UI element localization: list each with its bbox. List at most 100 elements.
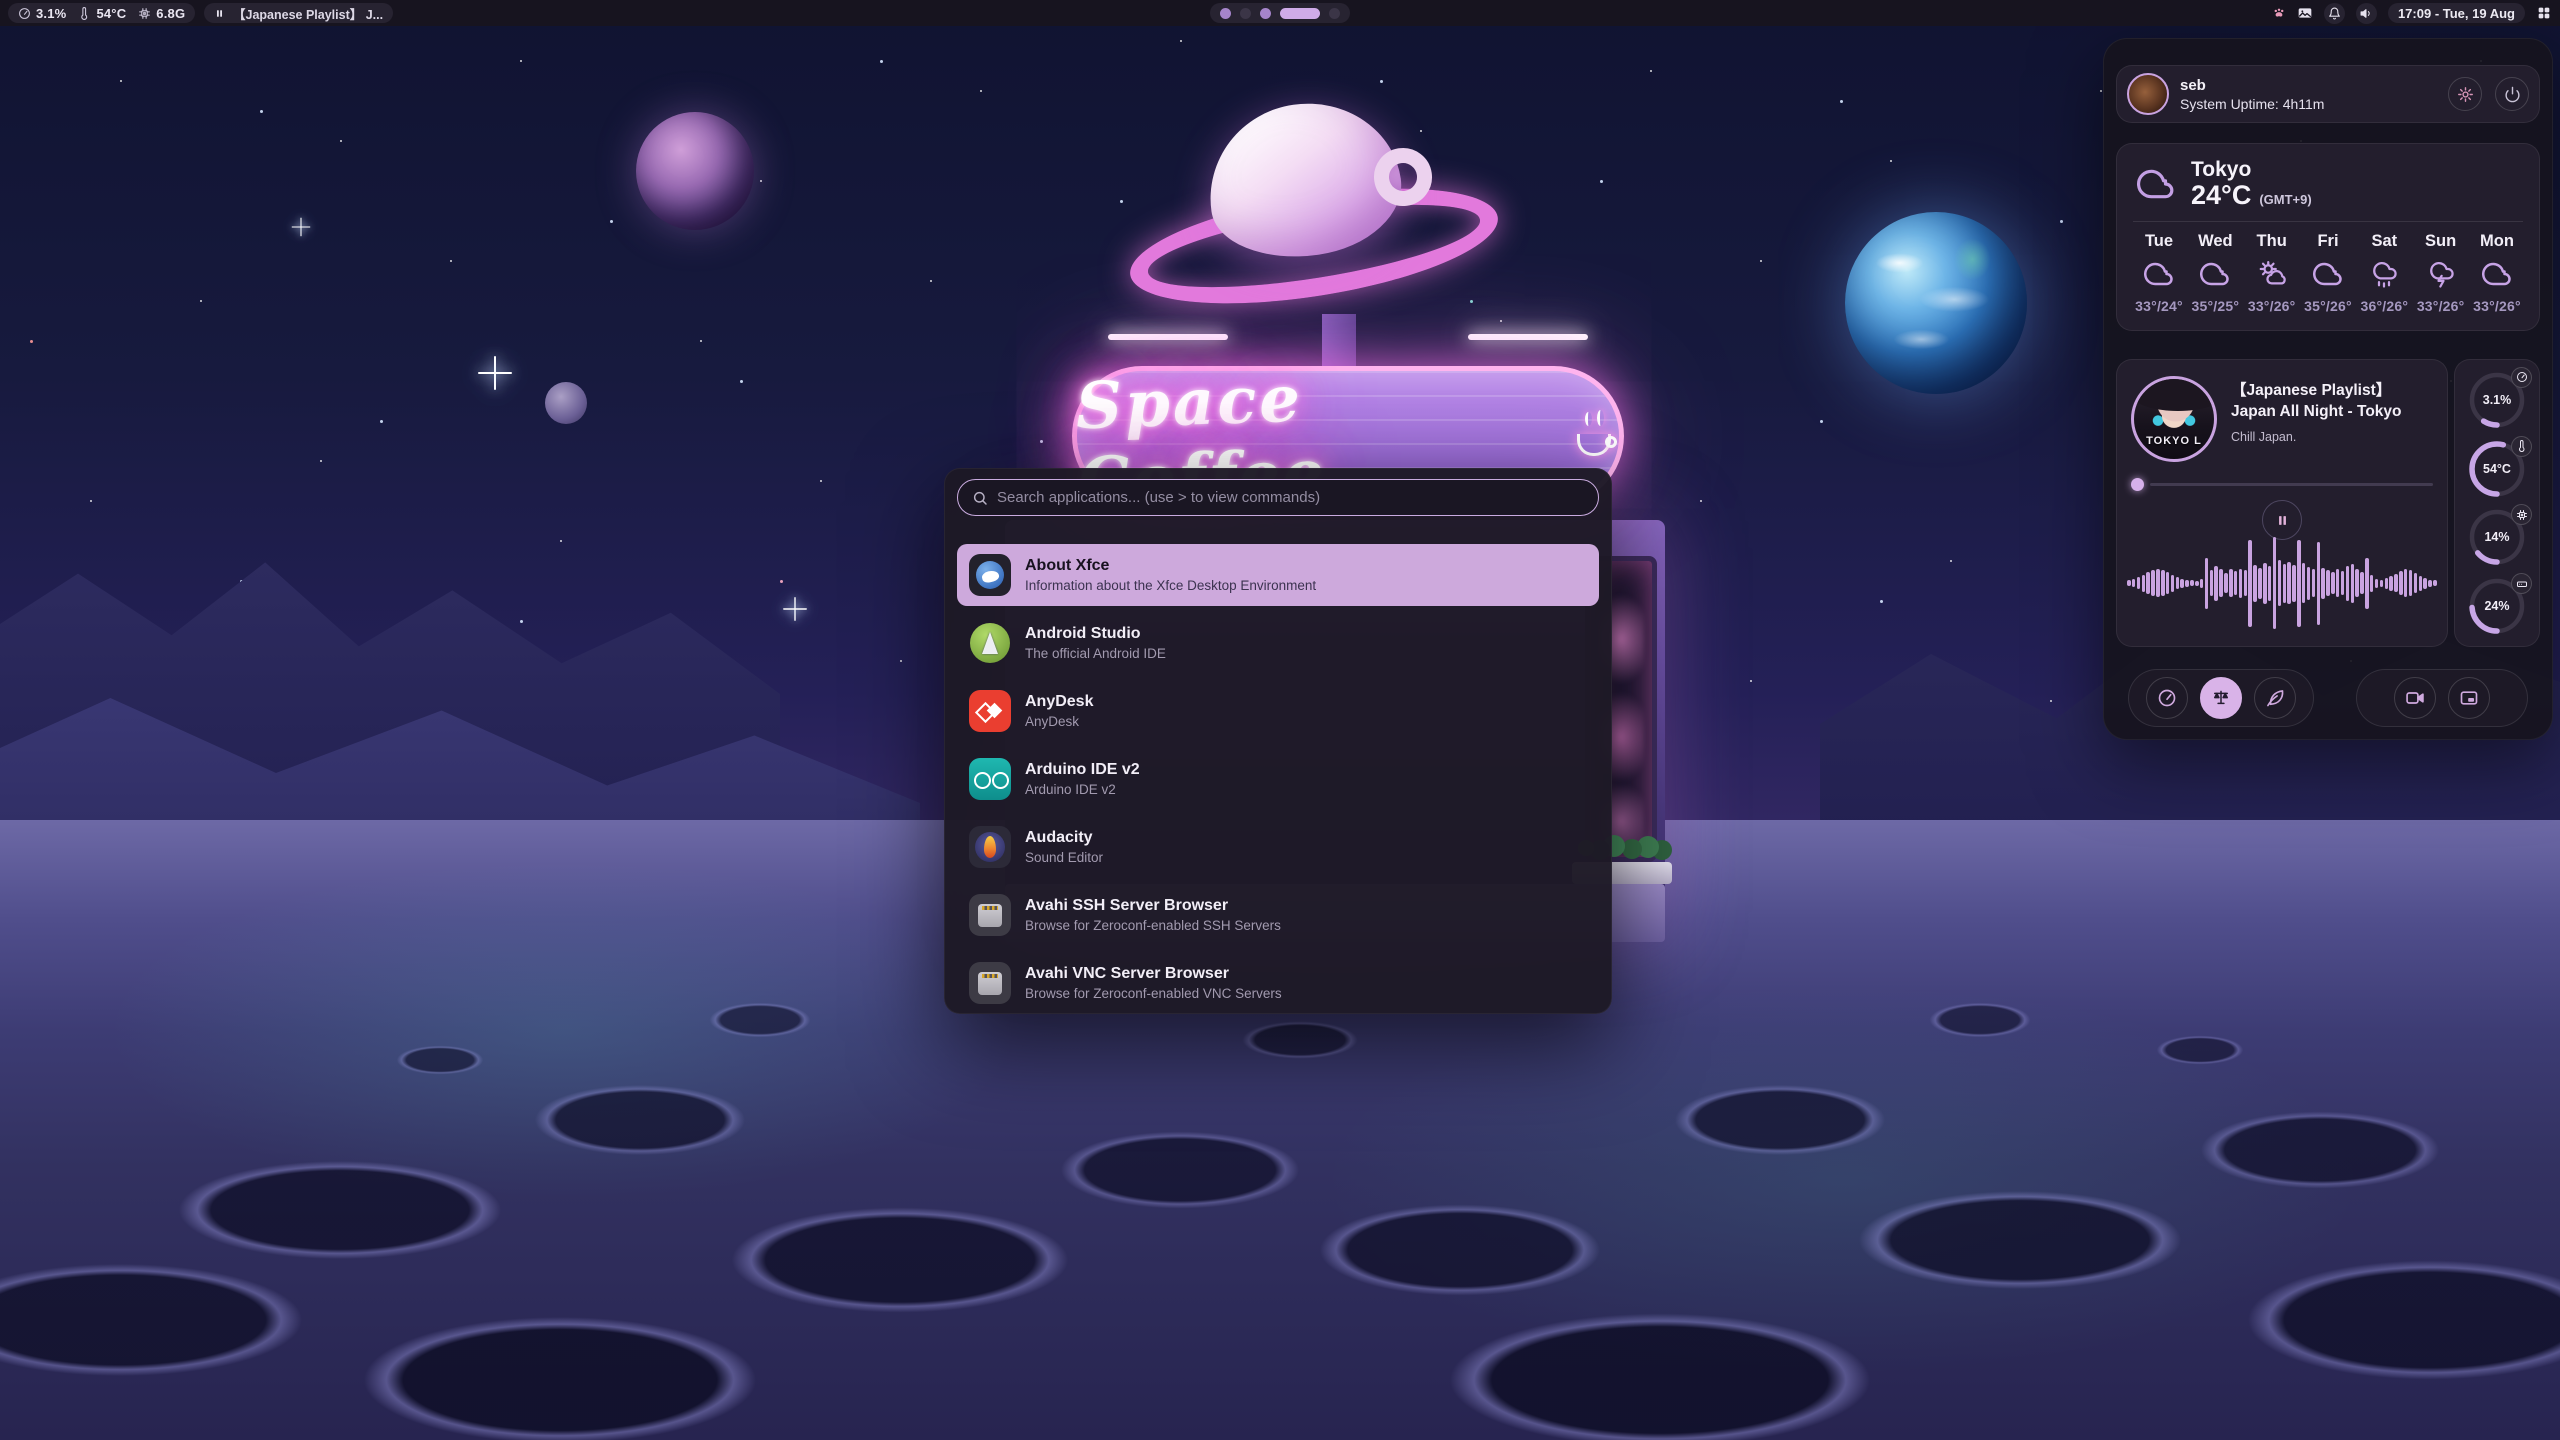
now-playing-pill[interactable]: 【Japanese Playlist】 J...: [204, 3, 393, 23]
waveform-bar: [2297, 540, 2301, 627]
forecast-temps: 33°/24°: [2135, 298, 2183, 314]
app-subtitle: The official Android IDE: [1025, 645, 1166, 663]
audacity-app-icon: [969, 826, 1011, 868]
waveform-bar: [2336, 569, 2340, 597]
app-item-about-xfce[interactable]: About XfceInformation about the Xfce Des…: [957, 544, 1599, 606]
forecast-thu: Thu33°/26°: [2246, 232, 2298, 314]
waveform-bar: [2370, 575, 2374, 592]
thermometer-icon: [2511, 436, 2532, 457]
workspace-dot-2[interactable]: [1240, 8, 1251, 19]
network-app-icon: [969, 894, 1011, 936]
power-button[interactable]: [2495, 77, 2529, 111]
forecast-temps: 36°/26°: [2360, 298, 2408, 314]
search-input[interactable]: [997, 489, 1584, 506]
speedometer-icon: [2511, 367, 2532, 388]
user-name: seb: [2180, 77, 2324, 94]
gauge-memory: 14%: [2468, 508, 2526, 566]
search-bar[interactable]: [957, 479, 1599, 516]
forecast-day: Fri: [2317, 232, 2338, 251]
app-item-audacity[interactable]: AudacitySound Editor: [957, 816, 1599, 878]
volume-button[interactable]: [2356, 3, 2377, 24]
sign-lamp: [1108, 334, 1228, 340]
progress-track[interactable]: [2150, 483, 2433, 486]
weather-card: Tokyo 24°C (GMT+9) Tue33°/24°Wed35°/25°T…: [2116, 143, 2540, 331]
powersave-mode-button[interactable]: [2254, 677, 2296, 719]
balanced-mode-button[interactable]: [2200, 677, 2242, 719]
waveform-bar: [2394, 574, 2398, 592]
waveform-bar: [2248, 540, 2252, 627]
rain-icon: [2369, 259, 2399, 289]
forecast-sun: Sun33°/26°: [2415, 232, 2467, 314]
coffee-cup-icon: [1577, 426, 1619, 460]
waveform-bar: [2423, 578, 2427, 589]
workspace-dot-4[interactable]: [1280, 8, 1320, 19]
waveform-bar: [2428, 580, 2432, 587]
waveform-bar: [2326, 570, 2330, 596]
gauge-temp: 54°C: [2468, 440, 2526, 498]
top-panel: 3.1%54°C6.8G 【Japanese Playlist】 J... 17…: [0, 0, 2560, 26]
image-icon[interactable]: [2297, 5, 2313, 21]
waveform-bar: [2142, 575, 2146, 592]
speedometer-icon: [2157, 688, 2177, 708]
forecast-sat: Sat36°/26°: [2358, 232, 2410, 314]
app-item-avahi-ssh-server-browser[interactable]: Avahi SSH Server BrowserBrowse for Zeroc…: [957, 884, 1599, 946]
app-subtitle: AnyDesk: [1025, 713, 1093, 731]
waveform-bar: [2414, 573, 2418, 593]
speaker-icon: [2360, 7, 2373, 20]
purple-planet: [636, 112, 754, 230]
system-stats-pill: 3.1%54°C6.8G: [8, 3, 195, 23]
progress-handle[interactable]: [2131, 478, 2144, 491]
waveform-bar: [2224, 573, 2228, 593]
sparkle-star: [292, 218, 311, 237]
waveform-bar: [2176, 577, 2180, 589]
waveform-bar: [2375, 579, 2379, 588]
chip-icon: [138, 7, 151, 20]
app-item-android-studio[interactable]: Android StudioThe official Android IDE: [957, 612, 1599, 674]
app-item-arduino-ide-v2[interactable]: Arduino IDE v2Arduino IDE v2: [957, 748, 1599, 810]
screenshot-button[interactable]: [2448, 677, 2490, 719]
clock[interactable]: 17:09 - Tue, 19 Aug: [2388, 3, 2525, 23]
video-icon: [2405, 688, 2425, 708]
system-gauges-card: 3.1%54°C14%24%: [2454, 359, 2540, 647]
widget-panel: seb System Uptime: 4h11m Tokyo 24°C (GMT…: [2103, 38, 2553, 740]
sparkle-star: [478, 356, 512, 390]
app-item-anydesk[interactable]: AnyDeskAnyDesk: [957, 680, 1599, 742]
album-art: TOKYO L: [2131, 376, 2217, 462]
waveform-bar: [2151, 570, 2155, 596]
app-title: Audacity: [1025, 827, 1103, 849]
settings-button[interactable]: [2448, 77, 2482, 111]
workspace-switcher: [1210, 3, 1350, 23]
app-title: Avahi SSH Server Browser: [1025, 895, 1281, 917]
waveform-bar: [2180, 579, 2184, 588]
waveform-bar: [2341, 571, 2345, 595]
screen-record-button[interactable]: [2394, 677, 2436, 719]
gear-icon: [2457, 86, 2474, 103]
waveform-bar: [2389, 576, 2393, 591]
storm-icon: [2426, 259, 2456, 289]
topbar-stat-memory: 6.8G: [138, 6, 185, 21]
waveform-bar: [2161, 570, 2165, 596]
notifications-button[interactable]: [2324, 3, 2345, 24]
cloud-icon: [2200, 259, 2230, 289]
waveform-bar: [2385, 578, 2389, 589]
waveform-bar: [2210, 570, 2214, 596]
app-item-avahi-vnc-server-browser[interactable]: Avahi VNC Server BrowserBrowse for Zeroc…: [957, 952, 1599, 1014]
workspace-dot-1[interactable]: [1220, 8, 1231, 19]
workspace-dot-5[interactable]: [1329, 8, 1340, 19]
waveform-bar: [2380, 580, 2384, 587]
app-title: Arduino IDE v2: [1025, 759, 1140, 781]
system-uptime: System Uptime: 4h11m: [2180, 96, 2324, 112]
waveform-bar: [2273, 537, 2277, 629]
waveform-bar: [2166, 572, 2170, 594]
progress-bar[interactable]: [2131, 478, 2433, 491]
waveform-bar: [2219, 569, 2223, 597]
waveform-bar: [2263, 563, 2267, 604]
waveform-bar: [2283, 564, 2287, 603]
waveform-bar: [2268, 566, 2272, 601]
performance-mode-button[interactable]: [2146, 677, 2188, 719]
topbar-stat-cpu-usage: 3.1%: [18, 6, 66, 21]
waveform-bar: [2137, 577, 2141, 589]
app-grid-icon[interactable]: [2536, 5, 2552, 21]
workspace-dot-3[interactable]: [1260, 8, 1271, 19]
paw-icon[interactable]: [2272, 6, 2286, 20]
